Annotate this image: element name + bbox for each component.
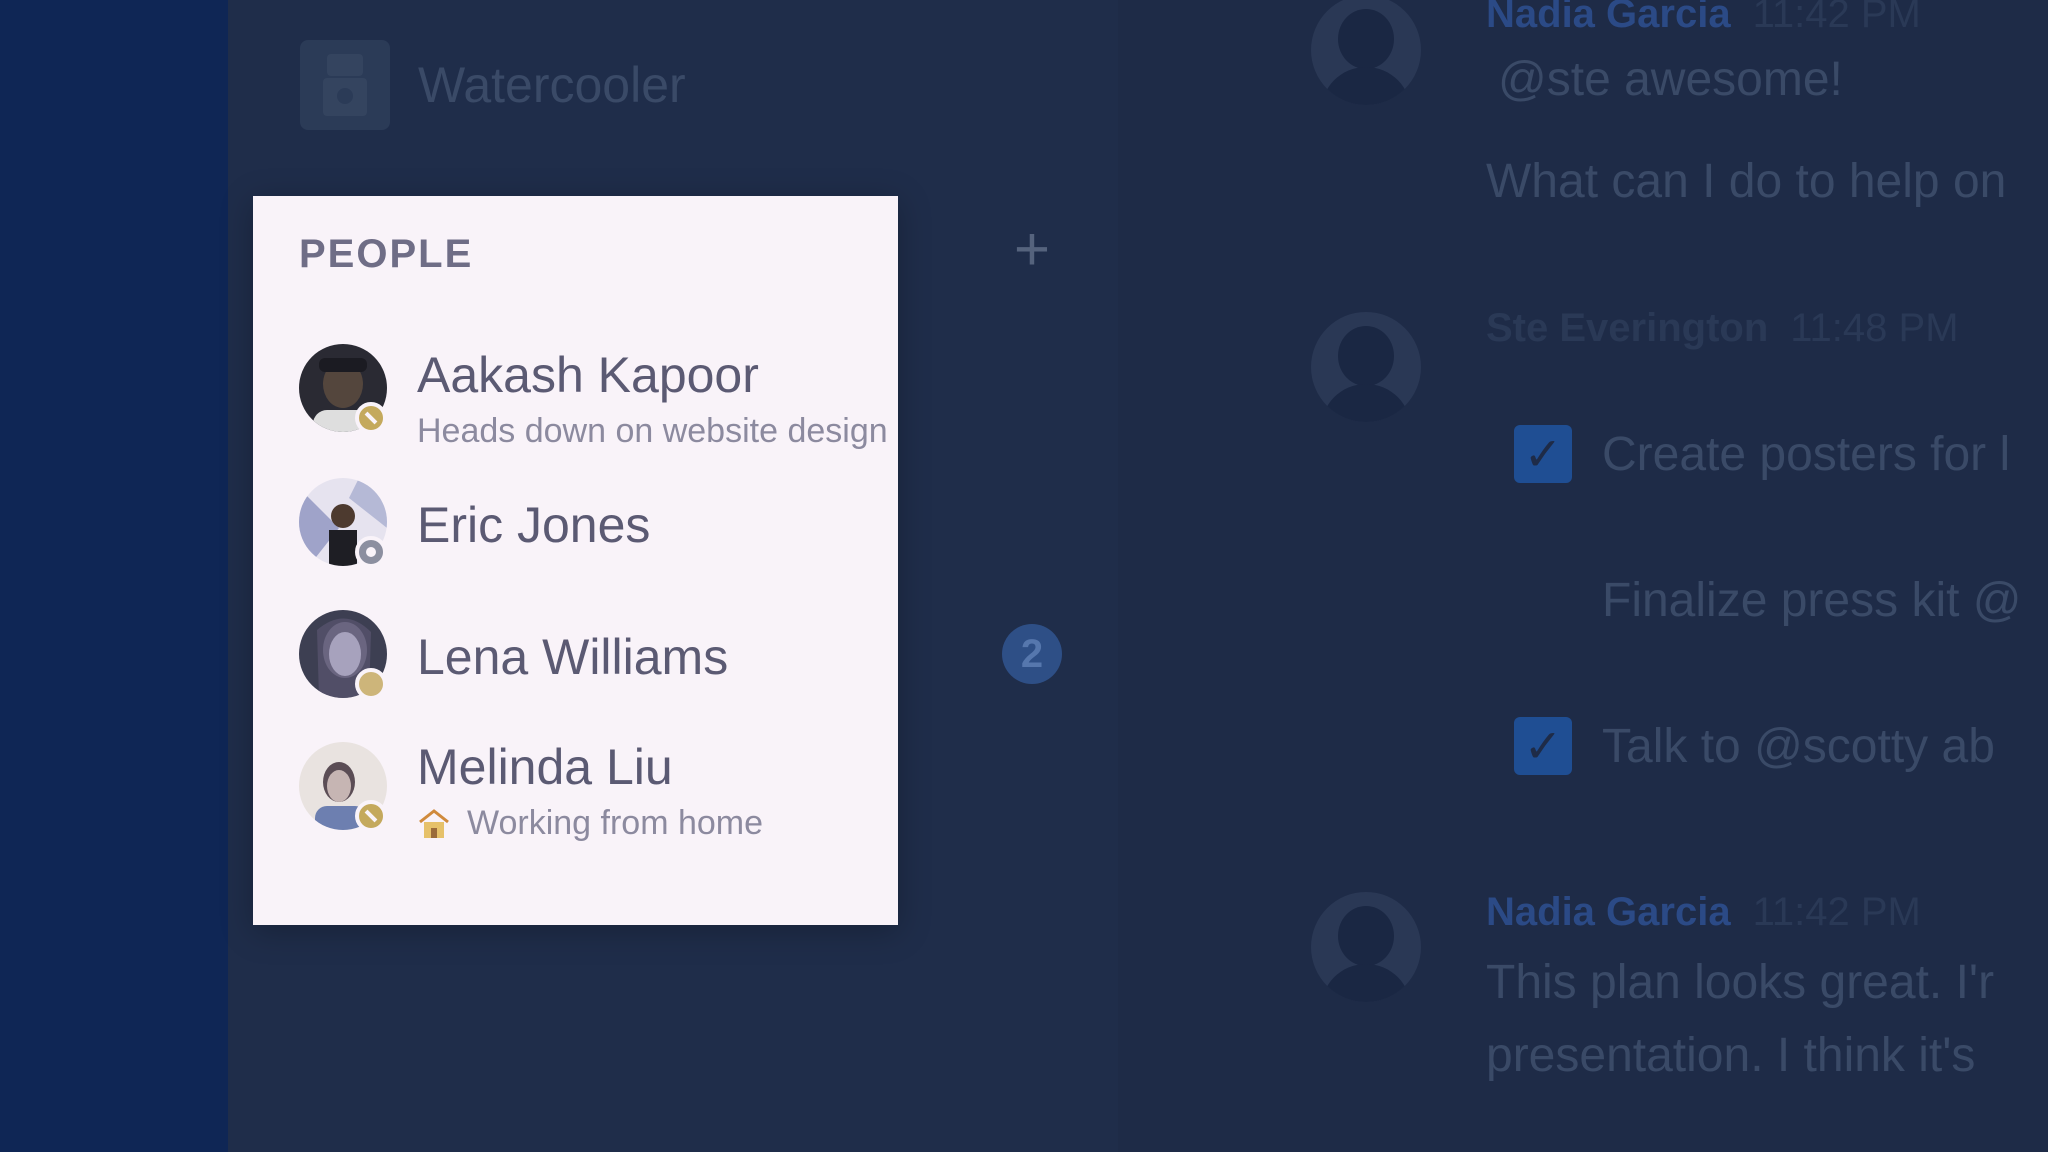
unread-count-badge: 2 [1002,624,1062,684]
people-section-title: PEOPLE [299,232,474,276]
message-author[interactable]: Nadia Garcia [1486,890,1731,934]
person-name: Eric Jones [417,497,651,553]
app-rail [0,0,228,1152]
person-status-text: Working from home [467,804,764,842]
watercooler-icon [323,54,367,116]
task-item: ✓ Talk to @scotty ab [1514,717,1995,775]
offline-status-icon [355,536,387,568]
message-header: Nadia Garcia 11:42 PM [1486,0,1921,37]
house-icon [417,808,451,840]
person-name: Aakash Kapoor [417,347,759,403]
busy-status-icon [355,800,387,832]
person-name: Melinda Liu [417,739,673,795]
message-author[interactable]: Nadia Garcia [1486,0,1731,36]
message-time: 11:48 PM [1790,306,1959,350]
person-item-melinda[interactable]: Melinda Liu Working from home [299,739,949,852]
task-item: ✓ Create posters for l [1514,425,2010,483]
message-time: 11:42 PM [1752,890,1921,934]
task-item: Finalize press kit @ [1514,571,2022,629]
person-item-eric[interactable]: Eric Jones [299,478,949,588]
message-text: @ste awesome! [1498,53,1843,106]
message-author[interactable]: Ste Everington [1486,306,1768,350]
task-text: Create posters for l [1602,427,2011,481]
message-time: 11:42 PM [1752,0,1921,36]
add-person-button[interactable]: + [1004,219,1060,281]
chat-pane: Nadia Garcia 11:42 PM @ste awesome! What … [1118,0,2048,1152]
message-text: presentation. I think it's [1486,1029,1976,1082]
person-item-aakash[interactable]: Aakash Kapoor Heads down on website desi… [299,344,949,454]
message-header: Ste Everington 11:48 PM [1486,306,1959,351]
busy-status-icon [355,402,387,434]
people-popover: PEOPLE Aakash Kapoor Heads down on websi… [253,196,898,925]
avatar[interactable] [1311,892,1421,1002]
task-checkbox[interactable]: ✓ [1514,425,1572,483]
room-name: Watercooler [418,57,686,113]
avatar[interactable] [1311,312,1421,422]
task-checkbox[interactable]: ✓ [1514,717,1572,775]
person-name: Lena Williams [417,629,729,685]
task-text: Finalize press kit @ [1602,573,2022,627]
task-checkbox[interactable] [1514,571,1572,629]
message-text: What can I do to help on [1486,155,2007,208]
message-header: Nadia Garcia 11:42 PM [1486,890,1921,935]
person-status-text: Heads down on website design [417,412,888,450]
room-avatar [300,40,390,130]
person-status: Working from home [417,804,763,843]
person-item-lena[interactable]: Lena Williams [299,610,949,720]
available-status-icon [355,668,387,700]
avatar[interactable] [1311,0,1421,105]
message-text: This plan looks great. I'r [1486,956,1995,1009]
room-header[interactable]: Watercooler [300,40,686,130]
task-text: Talk to @scotty ab [1602,719,1995,773]
